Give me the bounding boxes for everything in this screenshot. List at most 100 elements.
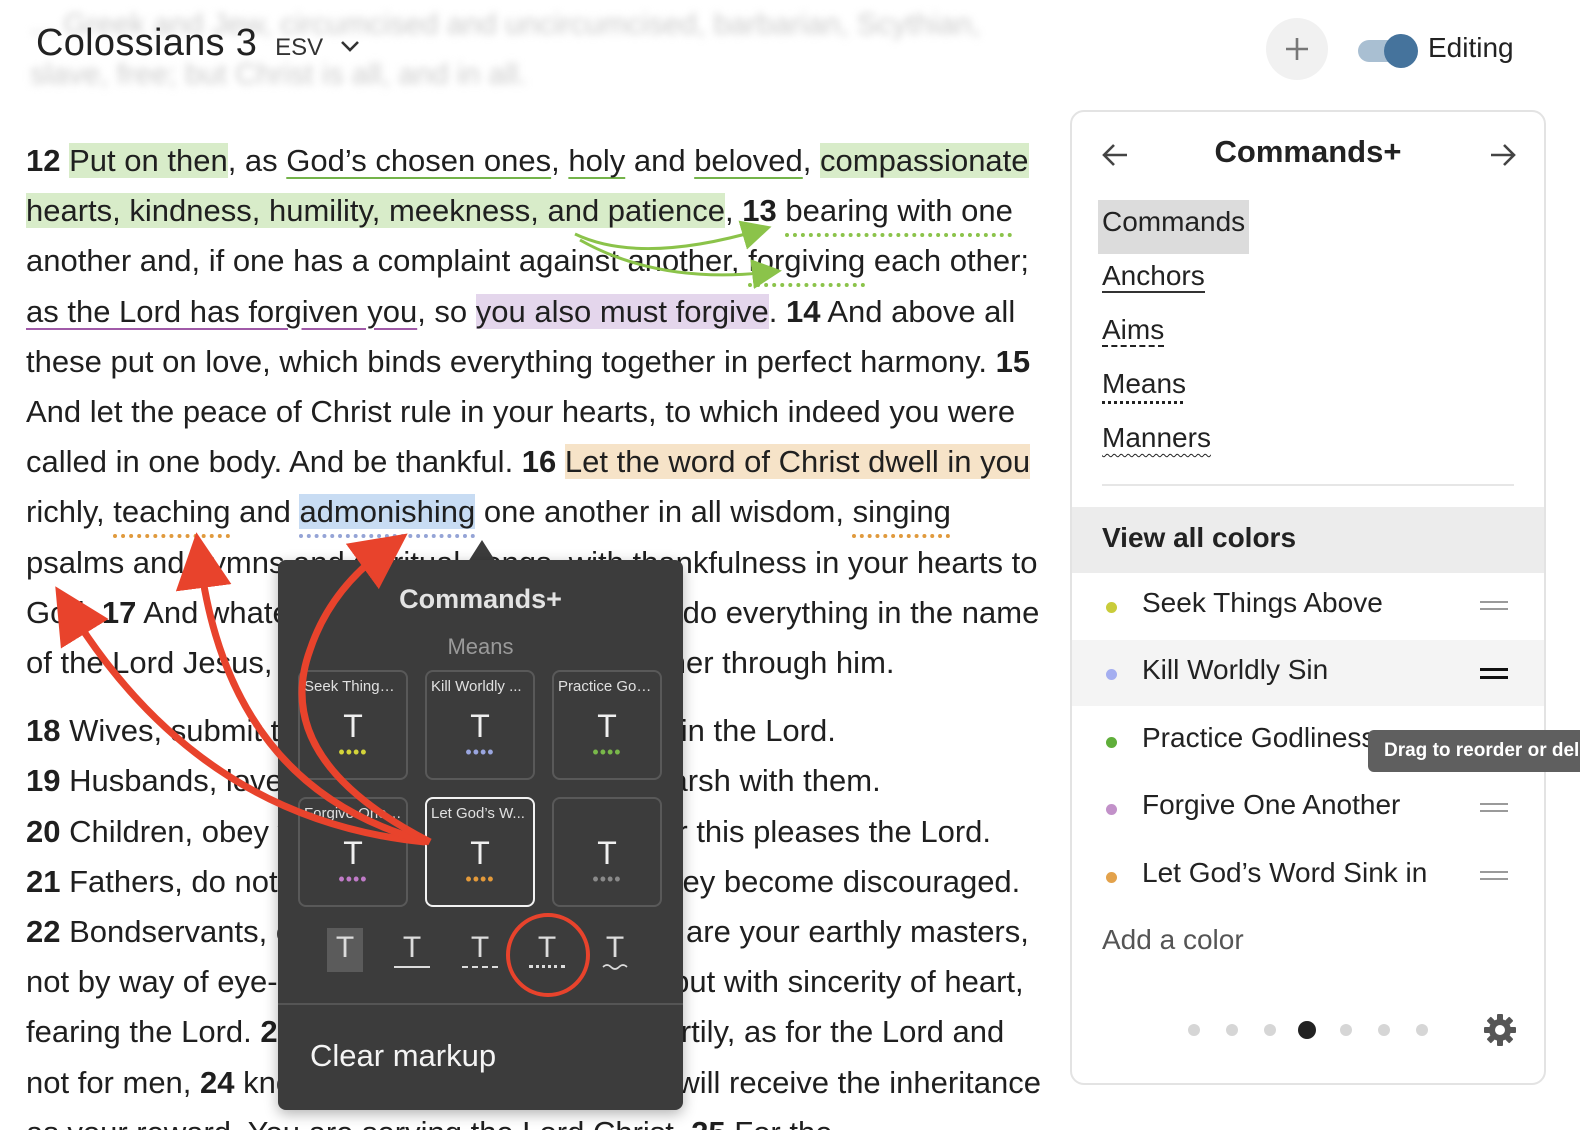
verse-number: 25 (691, 1115, 725, 1130)
panel-title: Commands+ (1214, 134, 1402, 169)
lens-anchors[interactable]: Anchors (1102, 254, 1249, 308)
drag-handle-icon[interactable] (1480, 601, 1508, 615)
lens-commands[interactable]: Commands (1098, 200, 1250, 254)
chevron-down-icon[interactable] (339, 35, 361, 57)
highlight-purple[interactable]: you also must forgive (475, 293, 769, 329)
clear-markup-button[interactable]: Clear markup (310, 1038, 496, 1074)
color-name: Seek Things Above (1142, 587, 1383, 618)
lens-label: Means (1102, 368, 1187, 399)
text-style-icon: T (343, 835, 363, 871)
style-dotted-button[interactable]: T (529, 928, 565, 968)
toggle-knob (1384, 34, 1418, 68)
color-dot (1106, 602, 1117, 613)
verse-number: 13 (742, 193, 777, 229)
verse-text: , (802, 143, 821, 178)
lens-label: Manners (1102, 422, 1211, 453)
color-row-seek-things-above[interactable]: Seek Things Above (1072, 573, 1544, 639)
color-row-let-gods-word-sink-in[interactable]: Let God’s Word Sink in (1072, 843, 1544, 909)
page-dot[interactable] (1378, 1024, 1390, 1036)
color-tile-4[interactable]: Forgive One ... T •••• (298, 797, 408, 907)
arrow-right-icon[interactable] (1488, 140, 1518, 170)
popup-divider (278, 1003, 683, 1005)
drag-handle-icon[interactable] (1480, 871, 1508, 885)
highlight-green[interactable]: Put on then (69, 143, 228, 178)
color-tile-1[interactable]: Seek Things ... T •••• (298, 670, 408, 780)
style-highlight-button[interactable]: T (327, 928, 363, 972)
verse-text (556, 444, 565, 479)
chapter-title[interactable]: Colossians 3 (36, 22, 257, 65)
page-dot[interactable] (1264, 1024, 1276, 1036)
text-style-icon: T (597, 835, 617, 871)
dotted-green[interactable]: bearing with one (785, 193, 1013, 228)
style-wavy-button[interactable]: T (597, 928, 633, 972)
lens-aims[interactable]: Aims (1102, 308, 1249, 362)
drag-handle-icon[interactable] (1480, 803, 1508, 817)
color-tile-5-selected[interactable]: Let God’s W... T •••• (425, 797, 535, 907)
color-row-kill-worldly-sin[interactable]: Kill Worldly Sin (1072, 640, 1544, 706)
add-color-button[interactable]: Add a color (1102, 924, 1244, 956)
gear-icon[interactable] (1482, 1012, 1518, 1048)
verse-text: and (625, 143, 695, 178)
plus-icon (1286, 38, 1308, 60)
style-dashed-button[interactable]: T (462, 928, 498, 968)
tile-label: Forgive One ... (304, 805, 402, 822)
tile-dots: •••• (465, 742, 495, 762)
verse-number: 15 (995, 343, 1031, 379)
color-dot (1106, 669, 1117, 680)
color-name: Forgive One Another (1142, 789, 1401, 820)
dotted-orange[interactable]: teaching (113, 494, 230, 529)
underline-green[interactable]: holy (568, 143, 625, 178)
editing-toggle[interactable] (1358, 34, 1418, 68)
text-style-icon: T (470, 708, 490, 744)
color-tile-2[interactable]: Kill Worldly ... T •••• (425, 670, 535, 780)
underline-green[interactable]: beloved (694, 143, 803, 178)
page-dot-active[interactable] (1298, 1021, 1316, 1039)
selected-word[interactable]: admonishing (299, 494, 476, 530)
lens-list: Commands Anchors Aims Means Manners (1098, 200, 1250, 470)
bible-version[interactable]: ESV (275, 34, 323, 62)
style-underline-button[interactable]: T (394, 928, 430, 968)
color-tile-6[interactable]: T •••• (552, 797, 662, 907)
tile-dots: •••• (338, 742, 368, 762)
lens-label: Anchors (1102, 260, 1205, 293)
add-button[interactable] (1266, 18, 1328, 80)
dotted-orange[interactable]: singing (853, 494, 951, 529)
underline-green[interactable]: God’s chosen ones (286, 143, 551, 178)
drag-handle-icon[interactable] (1480, 668, 1508, 684)
verse-text: and (230, 494, 300, 530)
tile-label: Kill Worldly ... (431, 678, 522, 695)
drag-tooltip: Drag to reorder or delete (1368, 730, 1580, 772)
lens-manners[interactable]: Manners (1102, 416, 1249, 470)
dotted-green[interactable]: forgiving (748, 243, 865, 278)
color-dot (1106, 804, 1117, 815)
lens-label: Aims (1102, 314, 1165, 345)
page-dot[interactable] (1226, 1024, 1238, 1036)
markup-popup: Commands+ Means Seek Things ... T •••• K… (278, 560, 683, 1110)
text-style-icon: T (597, 708, 617, 744)
verse-text: . (768, 293, 786, 329)
verse-text: richly, (26, 494, 114, 530)
color-name: Let God’s Word Sink in (1142, 857, 1428, 888)
color-tile-3[interactable]: Practice God... T •••• (552, 670, 662, 780)
tile-dots: •••• (465, 869, 495, 889)
verse-number: 12 (26, 143, 61, 178)
text-style-icon: T (343, 708, 363, 744)
color-row-forgive-one-another[interactable]: Forgive One Another (1072, 775, 1544, 841)
view-all-colors-button[interactable]: View all colors (1072, 507, 1544, 573)
tile-label: Seek Things ... (304, 678, 402, 695)
tile-dots: •••• (592, 742, 622, 762)
lens-label: Commands (1102, 206, 1246, 237)
verse-text: , so (417, 293, 476, 329)
verse-number: 18 (26, 713, 61, 749)
verse-number: 20 (26, 813, 61, 849)
page-dot[interactable] (1416, 1024, 1428, 1036)
page-dot[interactable] (1188, 1024, 1200, 1036)
tile-label: Practice God... (558, 678, 656, 695)
verse-number: 19 (26, 763, 61, 799)
tile-dots: •••• (338, 869, 368, 889)
highlight-peach[interactable]: Let the word of Christ dwell in you (564, 444, 1031, 480)
page-dot[interactable] (1340, 1024, 1352, 1036)
underline-purple[interactable]: as the Lord has forgiven you (26, 294, 417, 329)
verse-text: each other; (865, 243, 1030, 279)
lens-means[interactable]: Means (1102, 362, 1249, 416)
